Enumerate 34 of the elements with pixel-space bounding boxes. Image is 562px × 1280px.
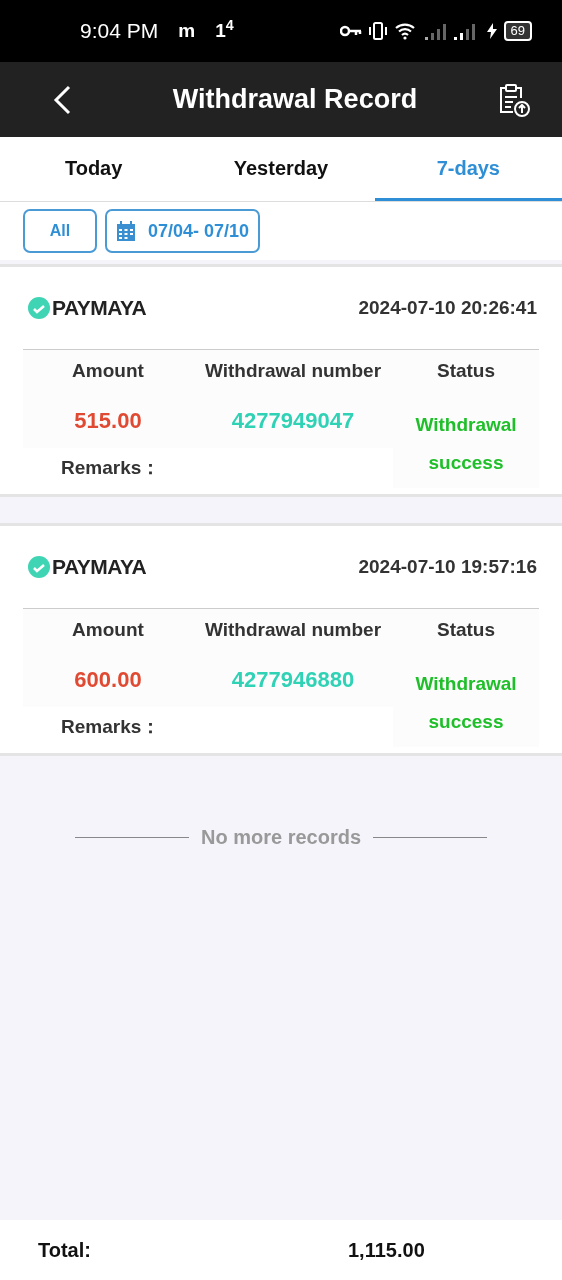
end-of-list-note: No more records <box>200 825 362 850</box>
battery-level: 69 <box>503 21 532 41</box>
status-text: Withdrawal success <box>414 413 518 475</box>
calendar-icon <box>116 220 136 242</box>
column-header: Status <box>435 358 497 383</box>
key-icon <box>339 25 362 37</box>
vibrate-icon <box>367 22 388 40</box>
column-header: Amount <box>71 617 145 642</box>
clock-time: 9:04 PM <box>80 18 159 45</box>
wallet-logo-icon <box>28 297 50 319</box>
payment-method: PAYMAYA <box>52 554 147 581</box>
tab[interactable]: Today <box>0 137 188 201</box>
amount-value: 600.00 <box>73 665 143 694</box>
date-range-button[interactable]: 07/04- 07/10 <box>105 209 261 253</box>
record-time: 2024-07-10 20:26:41 <box>358 295 537 320</box>
status-text: Withdrawal success <box>414 672 518 734</box>
withdrawal-number: 4277949047 <box>230 406 356 435</box>
notification-text: m <box>178 18 196 43</box>
column-header: Amount <box>71 358 145 383</box>
record-time: 2024-07-10 19:57:16 <box>358 554 537 579</box>
charging-icon <box>485 23 498 39</box>
tab[interactable]: Yesterday <box>187 137 375 201</box>
withdrawal-number: 4277946880 <box>230 665 356 694</box>
column-header: Withdrawal number <box>203 617 383 642</box>
total-label: Total: <box>38 1238 92 1263</box>
page-title: Withdrawal Record <box>171 83 419 117</box>
wallet-logo-icon <box>28 556 50 578</box>
notification-text: 1$^{4}$ <box>215 16 234 43</box>
column-header: Status <box>435 617 497 642</box>
payment-method: PAYMAYA <box>52 295 147 322</box>
column-header: Withdrawal number <box>203 358 383 383</box>
total-value: 1,115.00 <box>348 1238 425 1263</box>
all-filter-button[interactable]: All <box>23 209 97 253</box>
amount-value: 515.00 <box>73 406 143 435</box>
